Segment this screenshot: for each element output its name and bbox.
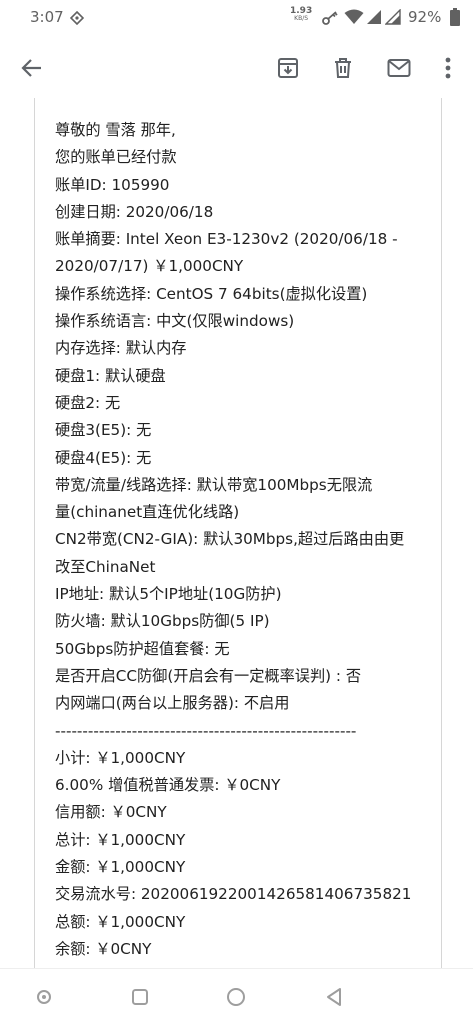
signal-icon <box>385 9 401 25</box>
email-line: 尊敬的 雪落 那年, <box>55 121 176 139</box>
email-body: 尊敬的 雪落 那年, 您的账单已经付款 账单ID: 105990 创建日期: 2020… <box>34 98 442 968</box>
email-line: 账单ID: 105990 <box>55 175 170 194</box>
battery-percent: 92% <box>408 8 442 26</box>
email-text: 尊敬的 雪落 那年, 您的账单已经付款 账单ID: 105990 创建日期: 2020… <box>55 117 435 963</box>
email-line: 交易流水号: 2020061922001426581406735821 <box>55 885 412 904</box>
vpn-key-icon <box>322 11 338 25</box>
email-line: 账单摘要: Intel Xeon E3-1230v2 (2020/06/18 - <box>55 230 398 249</box>
email-line: 总计: ￥1,000CNY <box>55 830 186 849</box>
email-line: 您的账单已经付款 <box>55 148 177 167</box>
back-arrow-icon <box>21 59 41 77</box>
email-line: 是否开启CC防御(开启会有一定概率误判) : 否 <box>55 666 362 685</box>
status-time: 3:07 <box>30 8 64 26</box>
more-options-button[interactable] <box>428 48 468 88</box>
back-nav-button[interactable] <box>320 983 348 1011</box>
email-line: 改至ChinaNet <box>55 557 156 576</box>
email-line: 量(chinanet直连优化线路) <box>55 503 240 522</box>
toolbar <box>0 36 473 98</box>
email-line: 带宽/流量/线路选择: 默认带宽100Mbps无限流 <box>55 475 373 494</box>
email-line: 金额: ￥1,000CNY <box>55 858 186 877</box>
email-line: 创建日期: 2020/06/18 <box>55 202 214 221</box>
email-line: 内存选择: 默认内存 <box>55 339 187 358</box>
email-line: ----------------------------------------… <box>55 721 357 740</box>
home-icon <box>227 988 245 1006</box>
battery-icon <box>450 8 460 26</box>
more-vert-icon <box>445 57 451 79</box>
email-line: 硬盘2: 无 <box>55 393 121 412</box>
notification-icon <box>70 11 84 25</box>
archive-icon <box>278 58 298 78</box>
email-line: IP地址: 默认5个IP地址(10G防护) <box>55 585 282 604</box>
email-line: 操作系统选择: CentOS 7 64bits(虚拟化设置) <box>55 284 368 303</box>
email-line: 总额: ￥1,000CNY <box>55 912 186 931</box>
mail-icon <box>387 59 411 77</box>
home-button[interactable] <box>222 983 250 1011</box>
email-line: CN2带宽(CN2-GIA): 默认30Mbps,超过后路由由更 <box>55 530 405 549</box>
email-line: 50Gbps防护超值套餐: 无 <box>55 639 230 658</box>
network-speed-value: 1.93 <box>290 6 313 16</box>
archive-button[interactable] <box>268 48 308 88</box>
recents-button[interactable] <box>126 983 154 1011</box>
email-line: 防火墙: 默认10Gbps防御(5 IP) <box>55 612 270 631</box>
recents-icon <box>132 989 148 1005</box>
email-line: 操作系统语言: 中文(仅限windows) <box>55 312 295 331</box>
email-line: 内网端口(两台以上服务器): 不启用 <box>55 694 290 713</box>
wifi-icon <box>344 9 364 24</box>
assistant-icon <box>37 990 51 1004</box>
back-button[interactable] <box>12 48 52 88</box>
email-line: 信用额: ￥0CNY <box>55 803 167 822</box>
delete-button[interactable] <box>323 48 363 88</box>
signal-icon <box>367 10 381 24</box>
email-line: 硬盘4(E5): 无 <box>55 448 152 467</box>
email-line: 余额: ￥0CNY <box>55 939 152 958</box>
email-line: 硬盘1: 默认硬盘 <box>55 366 166 385</box>
status-bar: 3:07 1.93 KB/S 92% <box>0 0 473 36</box>
email-line: 2020/07/17) ￥1,000CNY <box>55 257 244 276</box>
back-icon <box>327 988 341 1006</box>
network-speed-unit: KB/S <box>294 15 309 22</box>
email-line: 硬盘3(E5): 无 <box>55 421 152 440</box>
email-line: 6.00% 增值税普通发票: ￥0CNY <box>55 776 281 795</box>
network-speed: 1.93 KB/S <box>290 7 312 23</box>
email-line: 小计: ￥1,000CNY <box>55 748 186 767</box>
assistant-button[interactable] <box>30 983 58 1011</box>
navigation-bar <box>0 968 473 1025</box>
delete-icon <box>335 58 351 78</box>
mark-unread-button[interactable] <box>379 48 419 88</box>
